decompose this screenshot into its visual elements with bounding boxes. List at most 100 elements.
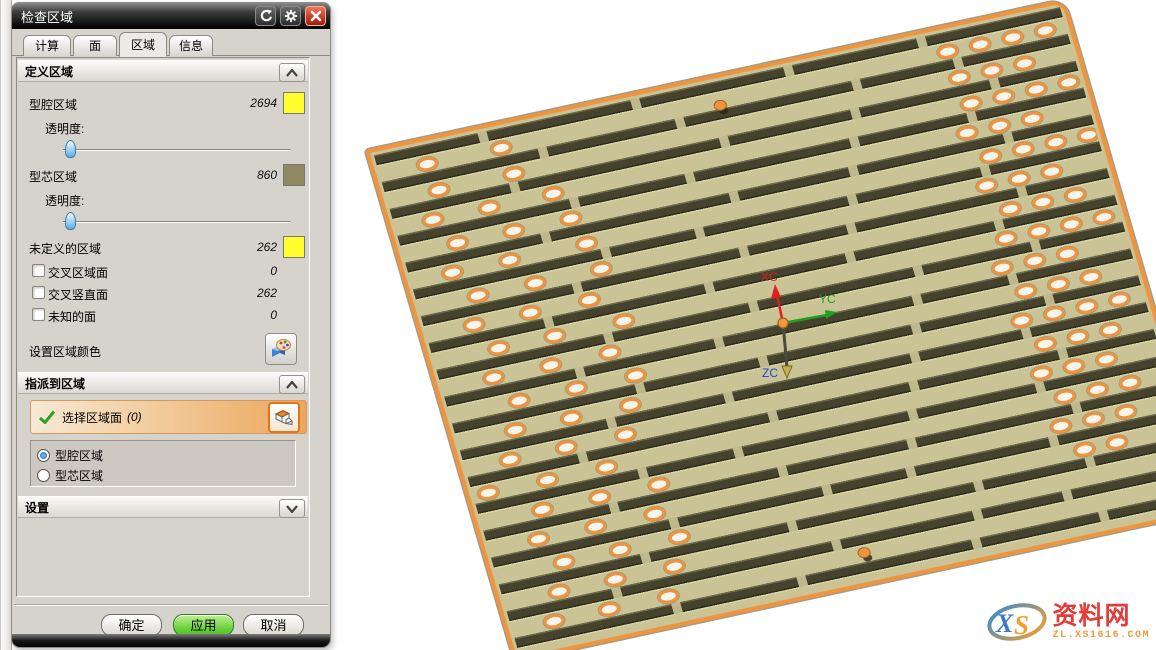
define-region-title: 定义区域 xyxy=(25,63,73,80)
slot-break xyxy=(603,332,615,345)
plate-hole xyxy=(647,476,672,494)
select-region-faces-row[interactable]: 选择区域面 (0) xyxy=(30,400,307,434)
slot-break xyxy=(694,227,706,240)
cavity-transparency-slider[interactable] xyxy=(63,140,291,158)
plate-hole xyxy=(991,88,1016,106)
collapse-define-region-button[interactable] xyxy=(279,63,305,82)
checkbox-unknown-faces[interactable] xyxy=(32,308,45,321)
checkbox-crossover-region-faces[interactable] xyxy=(32,264,45,277)
tab-calculate[interactable]: 计算 xyxy=(23,35,71,56)
cavity-color-swatch[interactable] xyxy=(283,92,305,114)
wcs-origin-ball[interactable] xyxy=(778,318,788,328)
section-define-region-header[interactable]: 定义区域 xyxy=(18,60,308,82)
plate-hole xyxy=(538,356,563,374)
collapse-assign-region-button[interactable] xyxy=(279,375,305,394)
plate-hole xyxy=(603,571,628,589)
section-assign-region-header[interactable]: 指派到区域 xyxy=(18,372,308,394)
svg-text:S: S xyxy=(1014,610,1029,640)
cancel-button[interactable]: 取消 xyxy=(243,614,304,636)
plate-hole xyxy=(1063,186,1088,204)
xs-logo: X S xyxy=(986,600,1048,644)
undefined-color-swatch[interactable] xyxy=(283,236,305,258)
plate-hole xyxy=(502,165,527,183)
checkbox-crossover-vertical-faces[interactable] xyxy=(32,286,45,299)
plate-hole xyxy=(554,439,579,457)
slot-break xyxy=(905,466,917,479)
slot-break xyxy=(906,437,918,450)
slot-break xyxy=(908,380,920,393)
plate-hole xyxy=(1056,73,1081,91)
ok-button[interactable]: 确定 xyxy=(101,614,162,636)
slot-break xyxy=(831,539,843,552)
slot-break xyxy=(1057,348,1069,361)
plate-hole xyxy=(577,291,602,309)
slot-break xyxy=(477,131,489,144)
slot-break xyxy=(1048,435,1060,448)
plate-hole xyxy=(501,222,526,240)
radio-cavity-region[interactable]: 型腔区域 xyxy=(37,446,103,464)
slot-break xyxy=(574,367,586,380)
plate-hole xyxy=(486,339,511,357)
plate-hole xyxy=(955,124,980,142)
dialog-title: 检查区域 xyxy=(12,7,255,26)
slot-break xyxy=(993,219,1005,232)
plate-hole xyxy=(440,264,465,282)
plate-hole xyxy=(598,344,623,362)
slot-break xyxy=(787,520,799,533)
plate-hole xyxy=(589,260,614,278)
slot-break xyxy=(973,480,985,493)
section-settings-header[interactable]: 设置 xyxy=(18,496,308,518)
tab-info[interactable]: 信息 xyxy=(169,35,213,56)
plate-hole xyxy=(530,501,555,519)
plate-hole xyxy=(613,426,638,444)
xc-axis-label: XC xyxy=(761,270,778,284)
plate-hole xyxy=(1007,170,1032,188)
wcs-triad[interactable]: XC YC ZC xyxy=(735,255,855,390)
slot-break xyxy=(713,336,725,349)
dialog-tabbar: 计算 面 区域 信息 xyxy=(12,29,330,56)
core-color-swatch[interactable] xyxy=(283,164,305,186)
dialog-title-bar[interactable]: 检查区域 xyxy=(12,3,330,29)
apply-button[interactable]: 应用 xyxy=(173,614,234,636)
slider-thumb[interactable] xyxy=(65,140,76,158)
slot-break xyxy=(850,107,862,120)
slot-break xyxy=(637,467,649,480)
radio-core-region[interactable]: 型芯区域 xyxy=(37,466,103,484)
core-transparency-slider[interactable] xyxy=(63,212,291,230)
close-button[interactable] xyxy=(305,6,326,26)
palette-icon xyxy=(269,337,293,361)
slider-thumb[interactable] xyxy=(65,212,76,230)
core-region-label: 型芯区域 xyxy=(29,168,77,185)
slot-break xyxy=(966,111,978,124)
plate-hole xyxy=(1098,321,1123,339)
dialog-settings-button[interactable] xyxy=(280,6,301,26)
expand-settings-button[interactable] xyxy=(279,499,305,518)
plate-hole xyxy=(1011,140,1036,158)
dialog-bottom-grip[interactable] xyxy=(12,634,330,647)
plate-hole xyxy=(608,541,633,559)
reset-button[interactable] xyxy=(255,6,276,26)
slot-break xyxy=(1071,402,1083,415)
tab-face[interactable]: 面 xyxy=(73,35,117,56)
plate-hole xyxy=(947,69,972,87)
set-region-color-button[interactable] xyxy=(265,333,297,365)
assign-region-title: 指派到区域 xyxy=(25,375,85,392)
slot-break xyxy=(684,172,696,185)
slot-break xyxy=(723,391,735,404)
plate-hole xyxy=(489,139,514,157)
slider-groove xyxy=(63,149,291,150)
check-regions-dialog: 检查区域 xyxy=(11,2,331,648)
plate-hole xyxy=(462,316,487,334)
radio-button[interactable] xyxy=(37,449,50,462)
radio-button[interactable] xyxy=(37,469,50,482)
select-face-button[interactable] xyxy=(268,402,300,433)
face-select-icon xyxy=(273,407,295,429)
tab-region[interactable]: 区域 xyxy=(119,32,167,57)
plate-hole xyxy=(445,234,470,252)
plate-hole xyxy=(559,409,584,427)
slot-break xyxy=(911,294,923,307)
plate-hole xyxy=(1062,357,1087,375)
plate-hole xyxy=(518,304,543,322)
plate-hole xyxy=(543,327,568,345)
slot-break xyxy=(821,484,833,497)
